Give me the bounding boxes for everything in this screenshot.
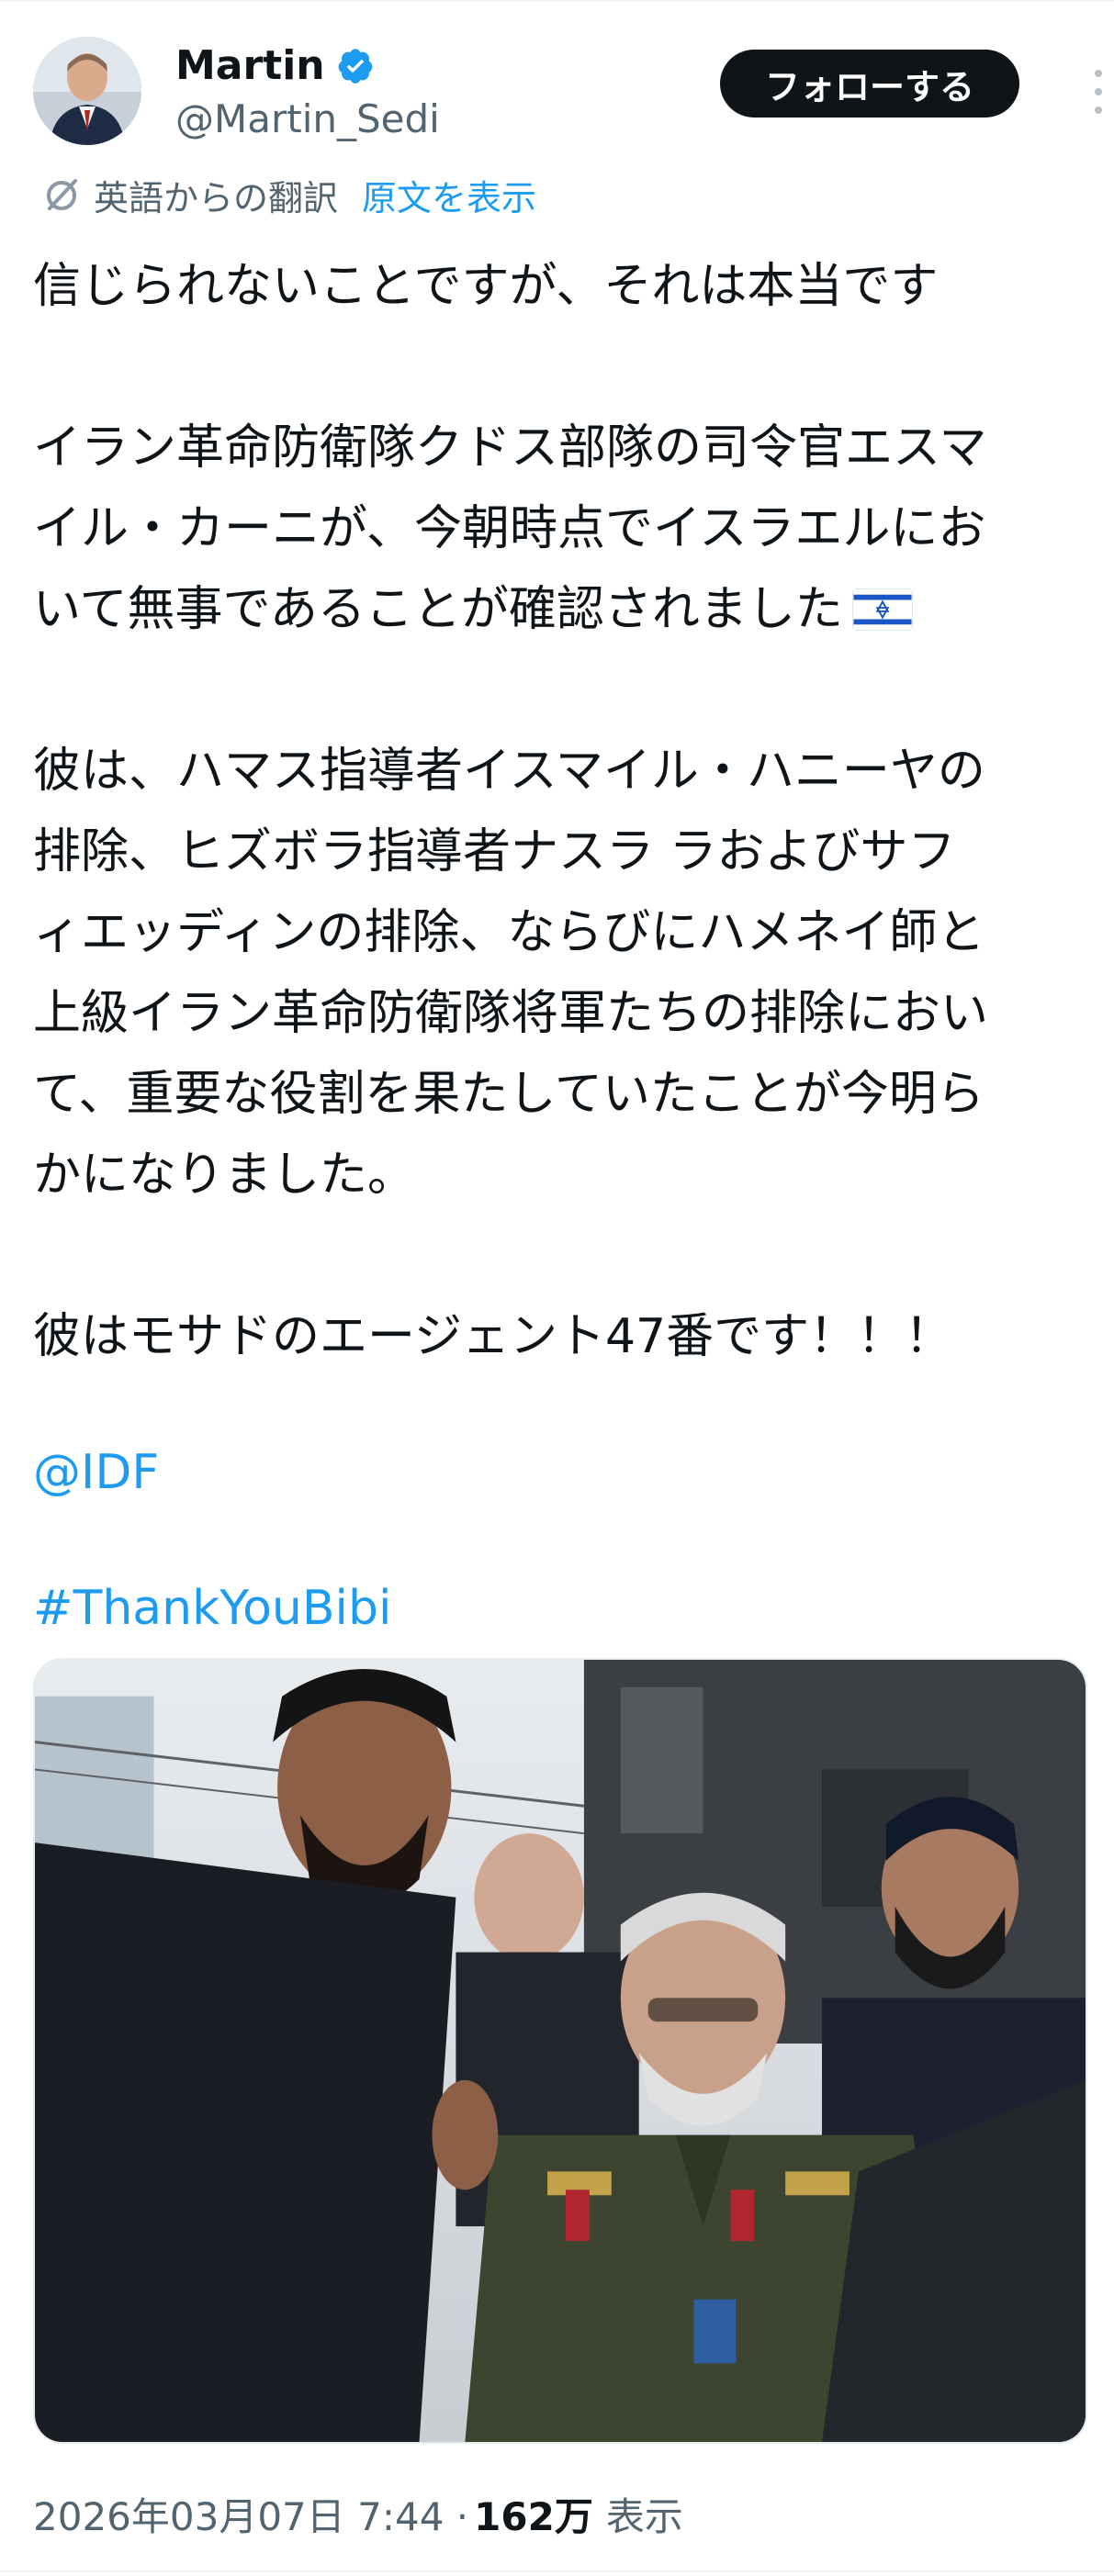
- tweet-line: 彼は、ハマス指導者イスマイル・ハニーヤの: [33, 744, 985, 799]
- tweet-meta: 2026年03月07日 7:44 · 162万 表示: [33, 2486, 683, 2541]
- divider: [0, 0, 1114, 2]
- tweet-page: Martin @Martin_Sedi フォローする 英語からの翻訳 原文を表示…: [0, 0, 1114, 2576]
- tweet-line: て、重要な役割を果たしていたことが今明ら: [33, 1067, 985, 1122]
- author-handle[interactable]: @Martin_Sedi: [175, 94, 440, 145]
- tweet-line: イル・カーニが、今朝時点でイスラエルにお: [33, 501, 986, 556]
- tweet-text: 信じられないことですが、それは本当です イラン革命防衛隊クドス部隊の司令官エスマ…: [33, 246, 1089, 1649]
- author-name[interactable]: Martin: [175, 40, 325, 92]
- tweet-line: イラン革命防衛隊クドス部隊の司令官エスマ: [33, 420, 987, 476]
- follow-button[interactable]: フォローする: [720, 50, 1019, 118]
- divider: [0, 2570, 1114, 2572]
- translation-label: 英語からの翻訳: [94, 177, 339, 218]
- hashtag-link[interactable]: #ThankYouBibi: [33, 1568, 1089, 1649]
- tweet-line: ィエッディンの排除、ならびにハメネイ師と: [33, 905, 985, 960]
- views-label: 表示: [605, 2493, 683, 2539]
- tweet-line: かになりました。: [33, 1148, 416, 1203]
- views-count: 162万: [474, 2493, 593, 2539]
- translate-icon: [42, 175, 81, 214]
- tweet-header: Martin @Martin_Sedi フォローする: [33, 37, 1102, 156]
- author-block: Martin @Martin_Sedi: [175, 40, 440, 145]
- tweet-line: 上級イラン革命防衛隊将軍たちの排除におい: [33, 986, 989, 1041]
- mention-link[interactable]: @IDF: [33, 1432, 1089, 1513]
- tweet-line: いて無事であることが確認されました: [33, 582, 843, 637]
- translation-row: 英語からの翻訳 原文を表示: [42, 167, 536, 222]
- tweet-photo[interactable]: [33, 1658, 1087, 2444]
- more-options-icon[interactable]: [1080, 64, 1114, 119]
- show-original-link[interactable]: 原文を表示: [362, 170, 536, 220]
- timestamp[interactable]: 2026年03月07日 7:44 ·: [33, 2486, 468, 2542]
- avatar[interactable]: [33, 37, 141, 145]
- tweet-line-with-flag: いて無事であることが確認されました: [33, 569, 1089, 650]
- tweet-line: 排除、ヒズボラ指導者ナスラ ラおよびサフ: [33, 824, 956, 879]
- tweet-line: 信じられないことですが、それは本当です: [33, 259, 939, 314]
- israel-flag-icon: [851, 588, 913, 631]
- verified-badge-icon: [336, 47, 375, 85]
- tweet-line: 彼はモサドのエージェント47番です！！！: [33, 1309, 953, 1364]
